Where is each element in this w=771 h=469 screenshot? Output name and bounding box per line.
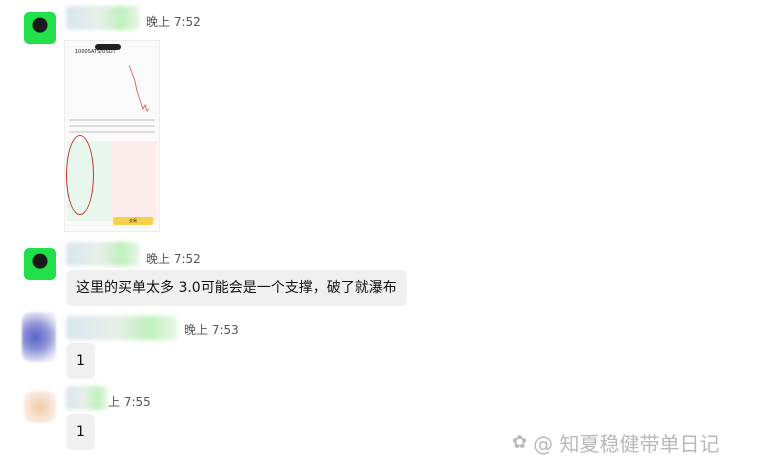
user-avatar[interactable] bbox=[24, 391, 56, 423]
message-text[interactable]: 这里的买单太多 3.0可能会是一个支撑，破了就瀑布 bbox=[66, 270, 407, 306]
message-time: 上 7:55 bbox=[108, 395, 151, 409]
message-text[interactable]: 1 bbox=[66, 343, 95, 379]
user-avatar[interactable] bbox=[24, 248, 56, 280]
user-avatar[interactable] bbox=[22, 312, 56, 362]
message-time: 晚上 7:53 bbox=[184, 323, 239, 337]
message-time: 晚上 7:52 bbox=[146, 252, 201, 266]
message-text[interactable]: 1 bbox=[66, 414, 95, 450]
sender-name-blurred bbox=[66, 316, 178, 340]
message-time: 晚上 7:52 bbox=[146, 15, 201, 29]
screenshot-image[interactable]: 1000SATS/USDT 交易 bbox=[64, 40, 160, 232]
annotation-circle bbox=[66, 135, 94, 215]
watermark-text: @ 知夏稳健带单日记 bbox=[533, 432, 720, 456]
sender-name-blurred bbox=[66, 6, 140, 30]
watermark: ✿ @ 知夏稳健带单日记 bbox=[512, 428, 719, 457]
price-chart-icon bbox=[129, 64, 150, 112]
sender-name-blurred bbox=[66, 386, 108, 410]
sender-name-blurred bbox=[66, 242, 140, 266]
thumb-title: 1000SATS/USDT bbox=[75, 49, 116, 55]
trade-button: 交易 bbox=[113, 217, 153, 225]
user-avatar[interactable] bbox=[24, 12, 56, 44]
flower-icon: ✿ bbox=[512, 432, 528, 453]
